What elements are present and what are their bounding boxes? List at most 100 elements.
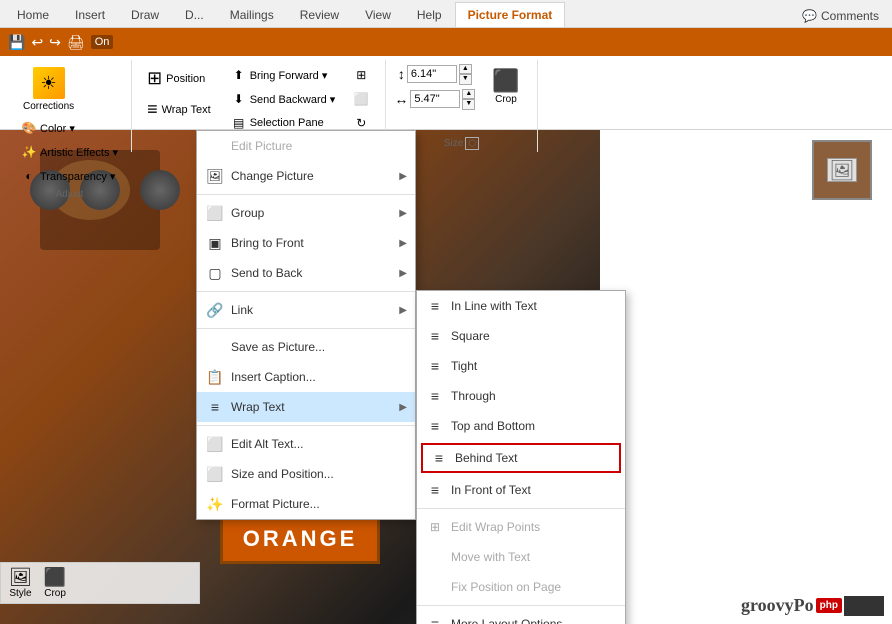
tab-d[interactable]: D... xyxy=(172,3,217,27)
bring-to-front-label: Bring to Front xyxy=(231,236,304,250)
qat-save[interactable]: 💾 xyxy=(8,34,25,51)
menu-item-change-picture[interactable]: 🖼 Change Picture ▶ xyxy=(197,161,415,191)
send-to-back-arrow: ▶ xyxy=(399,268,407,279)
tab-picture-format[interactable]: Picture Format xyxy=(455,2,566,27)
width-icon: ↔ xyxy=(394,91,408,107)
corrections-button[interactable]: ☀ Corrections xyxy=(16,64,81,115)
bring-forward-button[interactable]: ⬆ Bring Forward ▾ xyxy=(226,64,341,86)
height-down-arrow[interactable]: ▼ xyxy=(459,74,472,84)
width-input[interactable] xyxy=(410,90,460,108)
width-spinner: ▲ ▼ xyxy=(462,89,475,110)
fix-position-label: Fix Position on Page xyxy=(451,580,561,594)
ribbon: Home Insert Draw D... Mailings Review Vi… xyxy=(0,0,892,130)
insert-caption-label: Insert Caption... xyxy=(231,370,316,384)
menu-item-save-as-picture[interactable]: Save as Picture... xyxy=(197,332,415,362)
watermark-block xyxy=(844,596,884,616)
submenu-top-and-bottom[interactable]: ≡ Top and Bottom xyxy=(417,411,625,441)
link-label: Link xyxy=(231,303,253,317)
qat-on-off[interactable]: On xyxy=(91,35,114,49)
tab-draw[interactable]: Draw xyxy=(118,3,172,27)
format-picture-label: Format Picture... xyxy=(231,497,320,511)
watermark: groovyPo php xyxy=(741,595,884,616)
transparency-icon: ◐ xyxy=(21,168,37,184)
qat-print[interactable]: 🖨 xyxy=(67,34,85,51)
tab-mailings[interactable]: Mailings xyxy=(217,3,287,27)
orange-logo: ORANGE xyxy=(220,514,380,564)
submenu-behind-text[interactable]: ≡ Behind Text xyxy=(421,443,621,473)
arrange-left-col: ⊞ Position ≡ Wrap Text xyxy=(140,64,218,124)
edit-alt-text-label: Edit Alt Text... xyxy=(231,437,303,451)
tab-review[interactable]: Review xyxy=(287,3,352,27)
move-with-text-icon xyxy=(425,547,445,567)
color-button[interactable]: 🎨 Color ▾ xyxy=(16,117,80,139)
wrap-text-ribbon-button[interactable]: ≡ Wrap Text xyxy=(140,95,218,124)
crop-bar-button[interactable]: ⬛ Crop xyxy=(44,567,66,599)
height-up-arrow[interactable]: ▲ xyxy=(459,64,472,74)
context-menu: Edit Picture 🖼 Change Picture ▶ ⬜ Group … xyxy=(196,130,416,520)
crop-button[interactable]: ⬛ Crop xyxy=(483,64,528,109)
wrap-text-menu-label: Wrap Text xyxy=(231,400,285,414)
edit-picture-icon xyxy=(205,136,225,156)
selection-pane-icon: ▤ xyxy=(231,115,247,131)
edit-wrap-label: Edit Wrap Points xyxy=(451,520,540,534)
submenu-more-layout-options[interactable]: ≡ More Layout Options... xyxy=(417,609,625,624)
save-as-picture-label: Save as Picture... xyxy=(231,340,325,354)
bring-to-front-icon: ▣ xyxy=(205,233,225,253)
edit-picture-label: Edit Picture xyxy=(231,139,292,153)
transparency-button[interactable]: ◐ Transparency ▾ xyxy=(16,165,120,187)
crop-bar-label: Crop xyxy=(44,588,66,599)
group-icon: ⬜ xyxy=(353,91,369,107)
change-picture-arrow: ▶ xyxy=(399,171,407,182)
ribbon-content: ☀ Corrections 🎨 Color ▾ ✨ Artistic Effec… xyxy=(0,56,892,156)
group-label: Group xyxy=(231,206,264,220)
menu-item-edit-alt-text[interactable]: ⬜ Edit Alt Text... xyxy=(197,429,415,459)
through-label: Through xyxy=(451,389,496,403)
width-up-arrow[interactable]: ▲ xyxy=(462,89,475,99)
more-layout-icon: ≡ xyxy=(425,614,445,624)
top-bottom-icon: ≡ xyxy=(425,416,445,436)
style-button[interactable]: 🖼 Style xyxy=(9,567,32,599)
submenu-in-front-of-text[interactable]: ≡ In Front of Text xyxy=(417,475,625,505)
menu-item-size-and-position[interactable]: ⬜ Size and Position... xyxy=(197,459,415,489)
tab-view[interactable]: View xyxy=(352,3,404,27)
menu-item-format-picture[interactable]: ✨ Format Picture... xyxy=(197,489,415,519)
height-icon: ↕ xyxy=(398,66,405,82)
qat-undo[interactable]: ↩ xyxy=(31,34,43,51)
menu-item-group[interactable]: ⬜ Group ▶ xyxy=(197,198,415,228)
tab-help[interactable]: Help xyxy=(404,3,455,27)
menu-item-send-to-back[interactable]: ▢ Send to Back ▶ xyxy=(197,258,415,288)
align-button[interactable]: ⊞ xyxy=(348,64,377,86)
rotate-icon: ↻ xyxy=(353,115,369,131)
size-label: Size ⬡ xyxy=(444,135,479,152)
in-line-label: In Line with Text xyxy=(451,299,537,313)
submenu-square[interactable]: ≡ Square xyxy=(417,321,625,351)
small-img-icon: 🖼 xyxy=(827,158,857,182)
artistic-effects-button[interactable]: ✨ Artistic Effects ▾ xyxy=(16,141,123,163)
menu-item-link[interactable]: 🔗 Link ▶ xyxy=(197,295,415,325)
size-expand-icon[interactable]: ⬡ xyxy=(465,137,479,150)
more-layout-label: More Layout Options... xyxy=(451,617,572,624)
align-icon: ⊞ xyxy=(353,67,369,83)
qat-redo[interactable]: ↪ xyxy=(49,34,61,51)
tab-home[interactable]: Home xyxy=(4,3,62,27)
tight-icon: ≡ xyxy=(425,356,445,376)
tab-comments[interactable]: 💬 Comments xyxy=(789,3,892,27)
submenu-through[interactable]: ≡ Through xyxy=(417,381,625,411)
send-backward-icon: ⬇ xyxy=(231,91,247,107)
in-front-label: In Front of Text xyxy=(451,483,531,497)
send-backward-button[interactable]: ⬇ Send Backward ▾ xyxy=(226,88,341,110)
tab-insert[interactable]: Insert xyxy=(62,3,118,27)
submenu-tight[interactable]: ≡ Tight xyxy=(417,351,625,381)
position-button[interactable]: ⊞ Position xyxy=(140,64,218,93)
menu-item-wrap-text[interactable]: ≡ Wrap Text ▶ xyxy=(197,392,415,422)
submenu-in-line-with-text[interactable]: ≡ In Line with Text xyxy=(417,291,625,321)
height-input[interactable] xyxy=(407,65,457,83)
adjust-label: Adjust xyxy=(56,187,84,202)
menu-item-bring-to-front[interactable]: ▣ Bring to Front ▶ xyxy=(197,228,415,258)
wrap-text-icon: ≡ xyxy=(147,99,158,120)
position-icon: ⊞ xyxy=(147,68,162,89)
menu-item-insert-caption[interactable]: 📋 Insert Caption... xyxy=(197,362,415,392)
group-button[interactable]: ⬜ xyxy=(348,88,377,110)
corrections-icon: ☀ xyxy=(33,67,65,99)
width-down-arrow[interactable]: ▼ xyxy=(462,99,475,109)
